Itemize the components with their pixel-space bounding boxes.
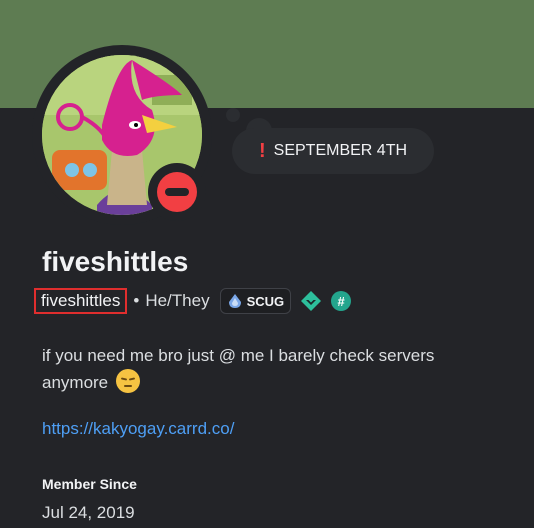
username[interactable]: fiveshittles xyxy=(34,288,128,314)
username-row: fiveshittles • He/They SCUG # xyxy=(34,287,352,315)
bio-text: if you need me bro just @ me I barely ch… xyxy=(42,346,435,392)
separator-dot: • xyxy=(133,291,140,310)
custom-status-bubble: ! SEPTEMBER 4TH xyxy=(232,128,434,174)
guild-tag-icon xyxy=(228,294,241,308)
hashtag-badge[interactable]: # xyxy=(331,291,352,311)
dnd-status-icon xyxy=(157,172,197,212)
profile-link[interactable]: https://kakyogay.carrd.co/ xyxy=(42,419,234,439)
guild-tag-label: SCUG xyxy=(246,293,285,309)
pensive-emoji-icon xyxy=(115,369,140,393)
quest-badge[interactable] xyxy=(299,289,323,313)
guild-tag[interactable]: SCUG xyxy=(219,288,292,314)
pronouns: He/They xyxy=(145,291,210,310)
hashtag-badge-icon: # xyxy=(331,291,352,311)
display-name: fiveshittles xyxy=(42,246,189,277)
custom-status-text: SEPTEMBER 4TH xyxy=(273,142,408,159)
member-since-label: Member Since xyxy=(42,476,137,492)
exclamation-icon: ! xyxy=(258,139,266,162)
quest-badge-icon xyxy=(301,291,322,311)
member-since-date: Jul 24, 2019 xyxy=(42,503,135,522)
thought-bubble-dot xyxy=(226,108,240,122)
bio: if you need me bro just @ me I barely ch… xyxy=(42,342,482,396)
